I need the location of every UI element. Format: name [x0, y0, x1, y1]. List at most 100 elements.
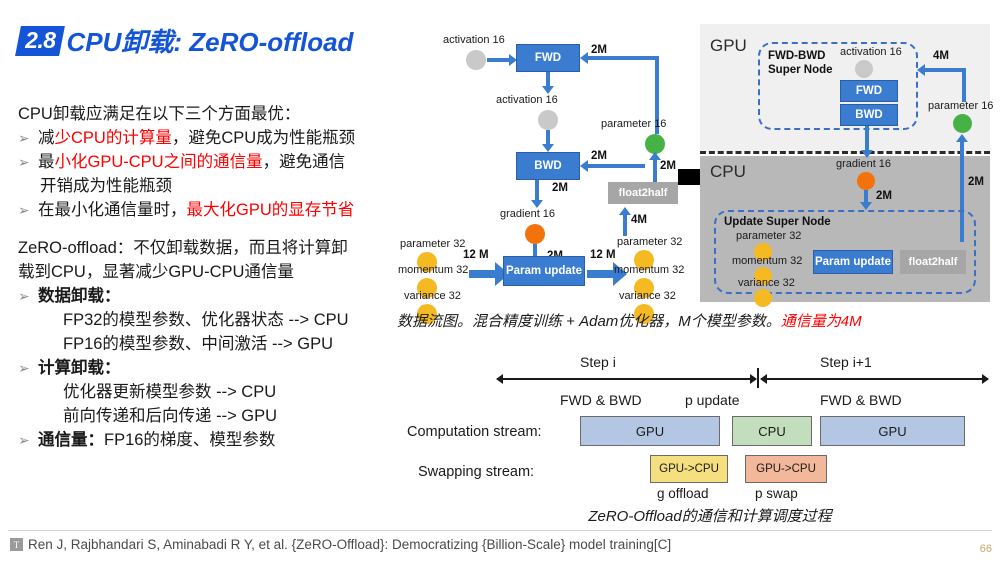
dataflow-activation-top-label: activation 16 — [443, 34, 505, 46]
panel-tag-2m-right: 2M — [968, 176, 984, 188]
left-heading: CPU卸载应满足在以下三个方面最优： — [18, 105, 301, 123]
panel-variance32-label: variance 32 — [738, 277, 795, 289]
panel-gradient-node — [857, 172, 875, 190]
tag-2m-fwd: 2M — [591, 44, 607, 56]
bullet-3-highlight: 最大化GPU的显存节省 — [186, 201, 355, 219]
arrow-head-icon — [861, 150, 873, 158]
section-compute-offload-line-1: 优化器更新模型参数 --> CPU — [63, 383, 277, 401]
panel-fwd-box: FWD — [840, 80, 898, 102]
footer: T Ren J, Rajbhandari S, Aminabadi R Y, e… — [10, 537, 671, 552]
phase-3-label: FWD & BWD — [820, 392, 902, 408]
activation-top-node — [466, 50, 486, 70]
citation-text: Ren J, Rajbhandari S, Aminabadi R Y, et … — [28, 537, 672, 552]
arrow-head-icon — [956, 134, 968, 142]
block-gpu-2: GPU — [820, 416, 965, 446]
arrow-head-icon — [531, 200, 543, 208]
parameter16-label: parameter 16 — [601, 118, 667, 130]
panel-variance32-node — [754, 289, 772, 307]
section-data-offload-line-1: FP32的模型参数、优化器状态 --> CPU — [63, 311, 349, 329]
tag-2m-gradient: 2M — [552, 182, 568, 194]
panel-arrow-bwd-to-gradient — [865, 126, 869, 152]
left-text-column: CPU卸载应满足在以下三个方面最优： ➢ 减少CPU的计算量，避免CPU成为性能瓶… — [18, 102, 408, 452]
activation-mid-node — [538, 110, 558, 130]
bullet-item-1: ➢ 减少CPU的计算量，避免CPU成为性能瓶颈 — [18, 126, 408, 150]
tag-2m-float2half: 2M — [660, 160, 676, 172]
section-communication-rest: FP16的梯度、模型参数 — [104, 431, 276, 449]
arrow-head-icon — [496, 374, 503, 384]
panel-bwd-box: BWD — [840, 104, 898, 126]
gpu-label: GPU — [710, 36, 747, 55]
right-parameter32-label: parameter 32 — [617, 236, 683, 248]
phase-2-label: p update — [685, 392, 740, 408]
bullet-marker-icon: ➢ — [18, 360, 30, 376]
bullet-marker-icon: ➢ — [18, 130, 30, 146]
section-data-offload-line-2: FP16的模型参数、中间激活 --> GPU — [63, 335, 333, 353]
right-variance32-label: variance 32 — [619, 290, 676, 302]
arrow-head-icon — [619, 207, 631, 215]
step-i-label: Step i — [580, 354, 616, 370]
arrow-head-icon — [917, 64, 925, 76]
section-compute-offload-title: 计算卸载： — [38, 359, 121, 377]
section-compute-offload-line-2: 前向传递和后向传递 --> GPU — [63, 407, 278, 425]
title-heading: CPU卸载: ZeRO-offload — [66, 27, 354, 57]
caption-highlight: 通信量为4M — [780, 313, 862, 330]
title-badge-number: 2.8 — [25, 26, 56, 53]
dataflow-diagram: activation 16 FWD 2M activation 16 BWD p… — [395, 24, 695, 324]
bullet-marker-icon: ➢ — [18, 154, 30, 170]
step-i-axis — [502, 378, 756, 380]
block-g-offload: GPU->CPU — [650, 455, 728, 483]
gradient-label: gradient 16 — [500, 208, 556, 220]
parameter16-node — [645, 134, 665, 154]
bullet-2-highlight: 小化GPU-CPU之间的通信量 — [54, 153, 263, 171]
computation-stream-label: Computation stream: — [407, 424, 542, 440]
panel-arrow-4m-vertical — [962, 68, 966, 102]
arrow-param-to-bwd — [587, 164, 645, 168]
panel-parameter16-node — [953, 114, 972, 133]
panel-param-update-box: Param update — [813, 250, 893, 274]
arrow-bwd-to-gradient — [535, 180, 539, 202]
title-badge: 2.8 — [15, 25, 66, 56]
paragraph-2-line-2: 载到CPU，显著减少GPU-CPU通信量 — [18, 263, 294, 281]
bullet-3-part-a: 在最小化通信量时， — [38, 201, 187, 219]
arrow-head-icon — [982, 374, 989, 384]
arrow-head-icon — [542, 86, 554, 94]
section-communication-title: 通信量： — [38, 431, 104, 449]
right-momentum32-label: momentum 32 — [614, 264, 685, 276]
bullet-2-part-b: ，避免通信 — [262, 153, 346, 171]
arrow-head-icon — [542, 144, 554, 152]
step-divider-tick — [757, 368, 759, 388]
reference-icon: T — [10, 538, 23, 551]
bullet-marker-icon: ➢ — [18, 202, 30, 218]
fwd-box: FWD — [516, 44, 580, 72]
schedule-diagram: Step i Step i+1 FWD & BWD p update FWD &… — [407, 352, 1000, 512]
section-compute-offload: ➢ 计算卸载： — [18, 356, 408, 380]
left-variance32-label: variance 32 — [404, 290, 461, 302]
tag-12m-right: 12 M — [590, 249, 616, 261]
section-communication: ➢ 通信量：FP16的梯度、模型参数 — [18, 428, 408, 452]
bullet-item-3: ➢ 在最小化通信量时，最大化GPU的显存节省 — [18, 198, 408, 222]
bullet-2-part-a: 最 — [38, 153, 55, 171]
param-update-box: Param update — [503, 256, 585, 286]
gpu-cpu-panel: GPU CPU FWD-BWD Super Node activation 16… — [700, 24, 993, 307]
block-cpu: CPU — [732, 416, 812, 446]
footer-divider — [8, 530, 992, 531]
panel-parameter32-label: parameter 32 — [736, 230, 802, 242]
update-super-node-title: Update Super Node — [724, 216, 831, 228]
swapping-stream-label: Swapping stream: — [418, 464, 535, 480]
bullet-2-continuation: 开销成为性能瓶颈 — [40, 177, 172, 195]
gradient-node — [525, 224, 545, 244]
tag-4m: 4M — [631, 214, 647, 226]
section-data-offload-title: 数据卸载： — [38, 287, 121, 305]
float2half-box: float2half — [608, 182, 678, 204]
bullet-1-part-a: 减 — [38, 129, 55, 147]
arrow-12m-into-update — [469, 270, 497, 278]
cpu-label: CPU — [710, 162, 746, 181]
tag-2m-bwd: 2M — [591, 150, 607, 162]
bullet-item-2: ➢ 最小化GPU-CPU之间的通信量，避免通信 — [18, 150, 408, 174]
arrow-head-icon — [580, 160, 588, 172]
arrow-activation-to-fwd — [487, 58, 511, 62]
block-gpu-1: GPU — [580, 416, 720, 446]
panel-gradient-label: gradient 16 — [836, 158, 892, 170]
fwd-bwd-super-node-title-1: FWD-BWD — [768, 50, 826, 62]
caption-main: 数据流图。混合精度训练 + Adam优化器，M个模型参数。 — [397, 313, 781, 330]
